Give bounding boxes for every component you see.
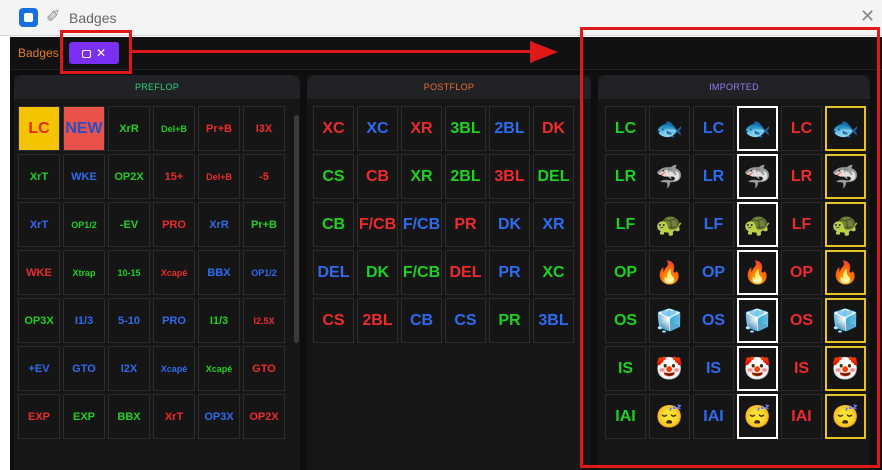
preflop-badge[interactable]: WKE bbox=[63, 154, 105, 199]
postflop-badge[interactable]: CB bbox=[313, 202, 354, 247]
preflop-badge[interactable]: LC bbox=[18, 106, 60, 151]
preflop-badge[interactable]: +EV bbox=[18, 346, 60, 391]
preflop-badge[interactable]: OP1/2 bbox=[243, 250, 285, 295]
preflop-badge[interactable]: XrT bbox=[18, 154, 60, 199]
window-title: Badges bbox=[69, 10, 117, 26]
preflop-badge[interactable]: OP3X bbox=[18, 298, 60, 343]
preflop-badge[interactable]: GTO bbox=[243, 346, 285, 391]
postflop-grid: XC XC XR 3BL 2BL DK CS CB XR 2BL 3BL DEL CB F/CB F/CB P… bbox=[313, 106, 583, 343]
postflop-badge[interactable]: DEL bbox=[533, 154, 574, 199]
postflop-badge[interactable]: XC bbox=[313, 106, 354, 151]
postflop-badge[interactable]: F/CB bbox=[401, 202, 442, 247]
preflop-badge[interactable]: 15+ bbox=[153, 154, 195, 199]
postflop-badge[interactable]: CB bbox=[401, 298, 442, 343]
preflop-badge[interactable]: Del+B bbox=[198, 154, 240, 199]
preflop-badge[interactable]: BBX bbox=[108, 394, 150, 439]
postflop-badge[interactable]: XR bbox=[533, 202, 574, 247]
preflop-badge[interactable]: BBX bbox=[198, 250, 240, 295]
preflop-badge[interactable]: EXP bbox=[18, 394, 60, 439]
postflop-badge[interactable]: 2BL bbox=[357, 298, 398, 343]
preflop-badge[interactable]: Xcapé bbox=[153, 250, 195, 295]
postflop-badge[interactable]: XC bbox=[533, 250, 574, 295]
preflop-grid: LC NEW XrR Del+B Pr+B I3X XrT WKE OP2X 15+ Del+B -5… bbox=[18, 106, 286, 439]
preflop-badge[interactable]: NEW bbox=[63, 106, 105, 151]
postflop-badge[interactable]: CB bbox=[357, 154, 398, 199]
postflop-badge[interactable]: CS bbox=[313, 298, 354, 343]
postflop-badge[interactable]: 3BL bbox=[533, 298, 574, 343]
preflop-badge[interactable]: OP1/2 bbox=[63, 202, 105, 247]
preflop-badge[interactable]: Pr+B bbox=[243, 202, 285, 247]
preflop-badge[interactable]: XrR bbox=[198, 202, 240, 247]
postflop-badge[interactable]: F/CB bbox=[357, 202, 398, 247]
preflop-badge[interactable]: I1/3 bbox=[198, 298, 240, 343]
postflop-badge[interactable]: DK bbox=[357, 250, 398, 295]
toolbar-label: Badges bbox=[18, 46, 59, 60]
preflop-badge[interactable]: I2X bbox=[108, 346, 150, 391]
postflop-badge[interactable]: DEL bbox=[313, 250, 354, 295]
annotation-box-button bbox=[60, 30, 132, 74]
annotation-arrow-head bbox=[530, 41, 558, 63]
preflop-badge[interactable]: Pr+B bbox=[198, 106, 240, 151]
postflop-badge[interactable]: PR bbox=[489, 298, 530, 343]
preflop-badge[interactable]: I1/3 bbox=[63, 298, 105, 343]
postflop-grid-area[interactable]: XC XC XR 3BL 2BL DK CS CB XR 2BL 3BL DEL CB F/CB F/CB P… bbox=[313, 106, 583, 470]
annotation-box-imported bbox=[580, 27, 880, 468]
postflop-badge[interactable]: 3BL bbox=[445, 106, 486, 151]
postflop-badge[interactable]: CS bbox=[313, 154, 354, 199]
preflop-badge[interactable]: OP3X bbox=[198, 394, 240, 439]
preflop-badge[interactable]: I3X bbox=[243, 106, 285, 151]
preflop-badge[interactable]: XrT bbox=[153, 394, 195, 439]
postflop-badge[interactable]: F/CB bbox=[401, 250, 442, 295]
preflop-badge[interactable]: -EV bbox=[108, 202, 150, 247]
annotation-arrow bbox=[132, 50, 532, 53]
postflop-badge[interactable]: XC bbox=[357, 106, 398, 151]
preflop-header: PREFLOP bbox=[14, 75, 300, 99]
postflop-badge[interactable]: 2BL bbox=[489, 106, 530, 151]
preflop-scrollbar[interactable] bbox=[294, 115, 299, 343]
preflop-badge[interactable]: I2.5X bbox=[243, 298, 285, 343]
preflop-badge[interactable]: PRO bbox=[153, 202, 195, 247]
postflop-badge[interactable]: CS bbox=[445, 298, 486, 343]
postflop-badge[interactable]: XR bbox=[401, 106, 442, 151]
preflop-badge[interactable]: Del+B bbox=[153, 106, 195, 151]
preflop-badge[interactable]: XrR bbox=[108, 106, 150, 151]
preflop-column: PREFLOP LC NEW XrR Del+B Pr+B I3X XrT WKE OP2X 15… bbox=[14, 75, 300, 470]
preflop-badge[interactable]: 5-10 bbox=[108, 298, 150, 343]
postflop-column: POSTFLOP XC XC XR 3BL 2BL DK CS CB XR 2BL 3BL DEL CB… bbox=[307, 75, 591, 470]
preflop-badge[interactable]: 10-15 bbox=[108, 250, 150, 295]
preflop-badge[interactable]: Xtrap bbox=[63, 250, 105, 295]
preflop-grid-area[interactable]: LC NEW XrR Del+B Pr+B I3X XrT WKE OP2X 15+ Del+B -5… bbox=[18, 106, 286, 470]
preflop-badge[interactable]: Xcapé bbox=[153, 346, 195, 391]
app-icon bbox=[19, 8, 38, 27]
badges-window: ✐ Badges ✕ Badges ✕ PREFLOP LC NEW XrR Del+… bbox=[0, 0, 882, 470]
postflop-badge[interactable]: DK bbox=[533, 106, 574, 151]
postflop-badge[interactable]: DK bbox=[489, 202, 530, 247]
postflop-badge[interactable]: 2BL bbox=[445, 154, 486, 199]
preflop-badge[interactable]: EXP bbox=[63, 394, 105, 439]
postflop-badge[interactable]: XR bbox=[401, 154, 442, 199]
postflop-badge[interactable]: PR bbox=[489, 250, 530, 295]
postflop-badge[interactable]: DEL bbox=[445, 250, 486, 295]
postflop-badge[interactable]: PR bbox=[445, 202, 486, 247]
close-icon[interactable]: ✕ bbox=[860, 6, 875, 26]
preflop-badge[interactable]: -5 bbox=[243, 154, 285, 199]
preflop-badge[interactable]: Xcapé bbox=[198, 346, 240, 391]
postflop-badge[interactable]: 3BL bbox=[489, 154, 530, 199]
badge-icon: ✐ bbox=[46, 7, 61, 26]
preflop-badge[interactable]: XrT bbox=[18, 202, 60, 247]
preflop-badge[interactable]: GTO bbox=[63, 346, 105, 391]
preflop-badge[interactable]: WKE bbox=[18, 250, 60, 295]
preflop-badge[interactable]: OP2X bbox=[108, 154, 150, 199]
preflop-badge[interactable]: OP2X bbox=[243, 394, 285, 439]
preflop-badge[interactable]: PRO bbox=[153, 298, 195, 343]
postflop-header: POSTFLOP bbox=[307, 75, 591, 99]
